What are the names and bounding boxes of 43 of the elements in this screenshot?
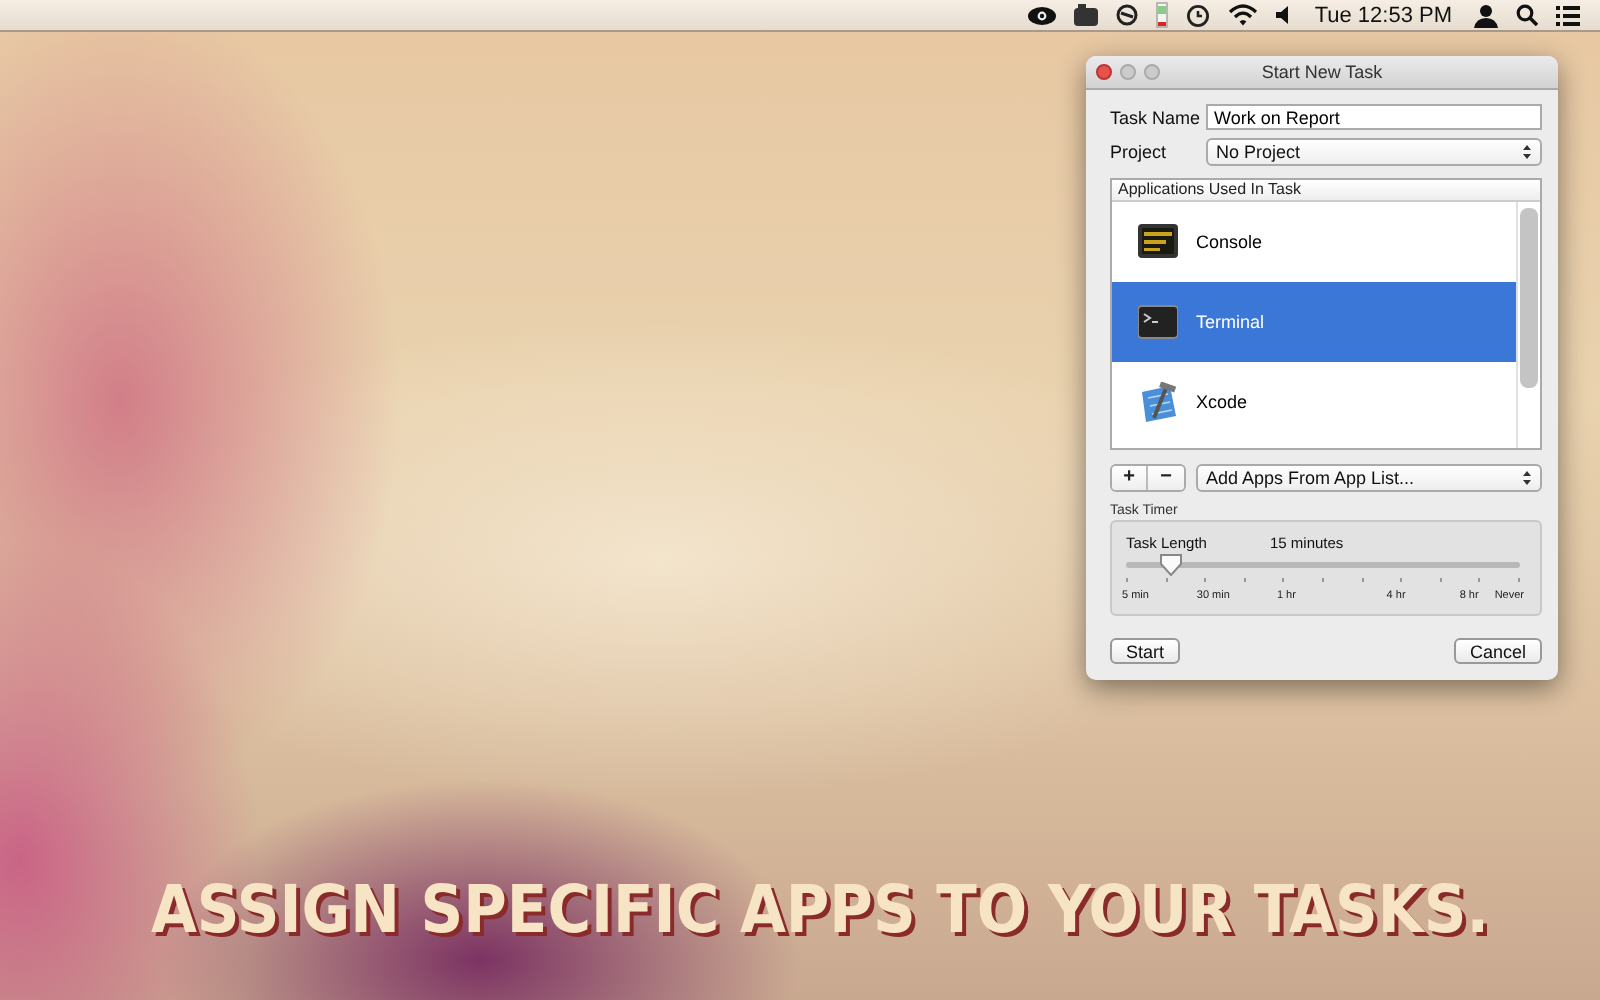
field-label: Project: [1110, 142, 1169, 162]
clock-icon[interactable]: [1186, 3, 1211, 27]
tick-mark: [1321, 578, 1324, 582]
column-header[interactable]: Applications Used In Task: [1112, 180, 1540, 202]
terminal-icon: [1138, 301, 1178, 343]
app-row[interactable]: Terminal: [1112, 282, 1516, 362]
circle-slash-icon[interactable]: [1116, 4, 1139, 26]
eye-icon[interactable]: [1028, 5, 1057, 25]
task-name-field[interactable]: Work on Report: [1206, 104, 1542, 130]
wifi-icon[interactable]: [1228, 4, 1259, 26]
app-row[interactable]: Xcode: [1112, 362, 1516, 442]
cancel-button[interactable]: Cancel: [1453, 638, 1542, 664]
remove-button[interactable]: −: [1148, 466, 1184, 490]
tick-mark: [1517, 578, 1520, 582]
headline: ASSIGN SPECIFIC APPS TO YOUR TASKS.: [150, 870, 1490, 948]
tick-mark: [1126, 578, 1128, 582]
app-name: Terminal: [1196, 312, 1265, 332]
tick-mark: [1439, 578, 1442, 582]
menu-clock[interactable]: Tue 12:53 PM: [1314, 3, 1452, 27]
project-dropdown[interactable]: No Project: [1206, 138, 1542, 166]
window-title: Start New Task: [1259, 62, 1385, 82]
field-label: Task Name: [1110, 107, 1203, 127]
hammer-blueprint-icon: [1138, 381, 1178, 423]
scroll-bar[interactable]: [1516, 202, 1540, 448]
tick-mark: [1243, 578, 1246, 582]
close-button[interactable]: [1096, 64, 1112, 80]
list-icon[interactable]: [1556, 5, 1580, 25]
slider-thumb[interactable]: [1159, 554, 1182, 576]
app-name: Xcode: [1196, 392, 1248, 412]
stepper-icon: [1522, 470, 1532, 486]
speaker-icon[interactable]: [1276, 6, 1293, 24]
battery-icon[interactable]: [1156, 2, 1169, 28]
console-icon: [1138, 221, 1178, 263]
stepper-icon: [1522, 144, 1532, 160]
tick-mark: [1400, 578, 1403, 582]
start-button[interactable]: Start: [1110, 638, 1181, 664]
user-icon[interactable]: [1474, 3, 1498, 27]
add-apps-dropdown[interactable]: Add Apps From App List...: [1196, 464, 1542, 492]
app-name: Console: [1196, 232, 1263, 252]
tick-mark: [1204, 578, 1207, 582]
search-icon[interactable]: [1516, 4, 1538, 26]
add-button[interactable]: +: [1112, 466, 1148, 490]
app-row[interactable]: Console: [1112, 202, 1516, 282]
